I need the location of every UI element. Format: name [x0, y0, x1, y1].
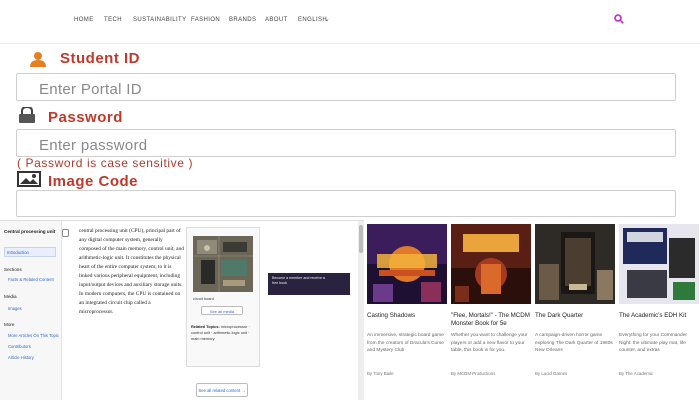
toc-item-contributors[interactable]: Contributors: [8, 344, 31, 349]
user-icon: [30, 52, 46, 67]
card-description: Everything for your Commander Night: the…: [619, 333, 687, 353]
nav-tech[interactable]: TECH: [104, 17, 122, 23]
password-placeholder: Enter password: [39, 137, 148, 154]
password-hint: ( Password is case sensitive ): [17, 156, 194, 170]
toc-heading-sections: Sections: [4, 267, 22, 272]
search-icon[interactable]: [614, 14, 624, 24]
card-creator[interactable]: By The Academic: [619, 371, 653, 376]
infobox: circuit board See all media Related Topi…: [186, 227, 260, 367]
toc-item-introduction[interactable]: Introduction: [4, 247, 56, 257]
nav-home[interactable]: HOME: [74, 17, 94, 23]
related-topics-title: Related Topics:: [191, 324, 220, 329]
article-body: central processing unit (CPU), principal…: [79, 228, 184, 315]
image-icon: [17, 171, 41, 187]
top-navigation: HOME TECH SUSTAINABILITY FASHION BRANDS …: [0, 0, 700, 44]
see-all-media-button[interactable]: See all media: [201, 306, 243, 315]
toc-title: Central processing unit: [4, 229, 56, 234]
toc-heading-more: More: [4, 322, 15, 327]
nav-sustainability[interactable]: SUSTAINABILITY: [133, 17, 187, 23]
lock-icon: [19, 107, 35, 123]
card-title[interactable]: Casting Shadows: [367, 312, 447, 320]
project-card[interactable]: Casting Shadows An immersive, strategic …: [367, 224, 447, 400]
student-id-placeholder: Enter Portal ID: [39, 81, 142, 98]
card-title[interactable]: The Dark Quarter: [535, 312, 615, 320]
card-creator[interactable]: By Lucid Games: [535, 371, 567, 376]
toc-item-history[interactable]: Article History: [8, 355, 34, 360]
toc-item-facts[interactable]: Facts & Related Content: [8, 277, 54, 282]
card-title[interactable]: "Flee, Mortals!" - The MCDM Monster Book…: [451, 312, 531, 328]
card-description: A campaign-driven horror game exploring …: [535, 333, 613, 353]
toc-item-images[interactable]: Images: [8, 306, 22, 311]
circuit-board-image[interactable]: [193, 236, 253, 292]
student-id-input[interactable]: Enter Portal ID: [16, 73, 676, 101]
project-card[interactable]: The Dark Quarter A campaign-driven horro…: [535, 224, 615, 400]
password-input[interactable]: Enter password: [16, 129, 676, 157]
project-card[interactable]: The Academic's EDH Kit Everything for yo…: [619, 224, 699, 400]
toc-item-label: Introduction: [7, 250, 29, 255]
scrollbar-thumb[interactable]: [359, 225, 363, 253]
article-panel: Central processing unit Introduction Sec…: [0, 220, 364, 400]
language-selector[interactable]: ENGLISH: [298, 17, 327, 23]
project-card[interactable]: "Flee, Mortals!" - The MCDM Monster Book…: [451, 224, 531, 400]
image-code-input[interactable]: [16, 190, 676, 217]
casting-shadows-image[interactable]: [367, 224, 447, 304]
card-title[interactable]: The Academic's EDH Kit: [619, 312, 699, 320]
promo-banner[interactable]: Become a member and receive a free book: [268, 273, 350, 295]
card-creator[interactable]: By MCDM Productions: [451, 371, 495, 376]
see-all-media-label: See all media: [209, 309, 235, 314]
see-all-related-button[interactable]: See all related content →: [196, 383, 248, 397]
password-label: Password: [48, 109, 123, 126]
portal-login-form: Student ID Enter Portal ID Password Ente…: [0, 44, 700, 220]
toc-item-more-articles[interactable]: More Articles On This Topic: [8, 333, 59, 338]
card-description: Whether you want to challenge your playe…: [451, 333, 528, 353]
infobox-caption: circuit board: [193, 297, 214, 301]
card-creator[interactable]: By Tony Baile: [367, 371, 394, 376]
see-all-related-label: See all related content →: [198, 388, 246, 393]
nav-fashion[interactable]: FASHION: [191, 17, 220, 23]
student-id-label: Student ID: [60, 50, 140, 67]
project-cards: Casting Shadows An immersive, strategic …: [364, 220, 700, 400]
toc-heading-media: Media: [4, 294, 17, 299]
nav-brands[interactable]: BRANDS: [229, 17, 256, 23]
screen: HOME TECH SUSTAINABILITY FASHION BRANDS …: [0, 0, 700, 400]
related-topics: Related Topics: microprocessor · control…: [191, 324, 257, 342]
chevron-down-icon[interactable]: ⌄: [324, 15, 330, 23]
card-description: An immersive, strategic board game from …: [367, 333, 444, 353]
toc-toggle-button[interactable]: [62, 229, 69, 237]
table-of-contents: Central processing unit Introduction Sec…: [0, 221, 62, 400]
academic-kit-image[interactable]: [619, 224, 699, 304]
nav-about[interactable]: ABOUT: [265, 17, 288, 23]
promo-banner-text: Become a member and receive a free book: [272, 276, 325, 285]
flee-mortals-image[interactable]: [451, 224, 531, 304]
dark-quarter-image[interactable]: [535, 224, 615, 304]
image-code-label: Image Code: [48, 173, 139, 190]
